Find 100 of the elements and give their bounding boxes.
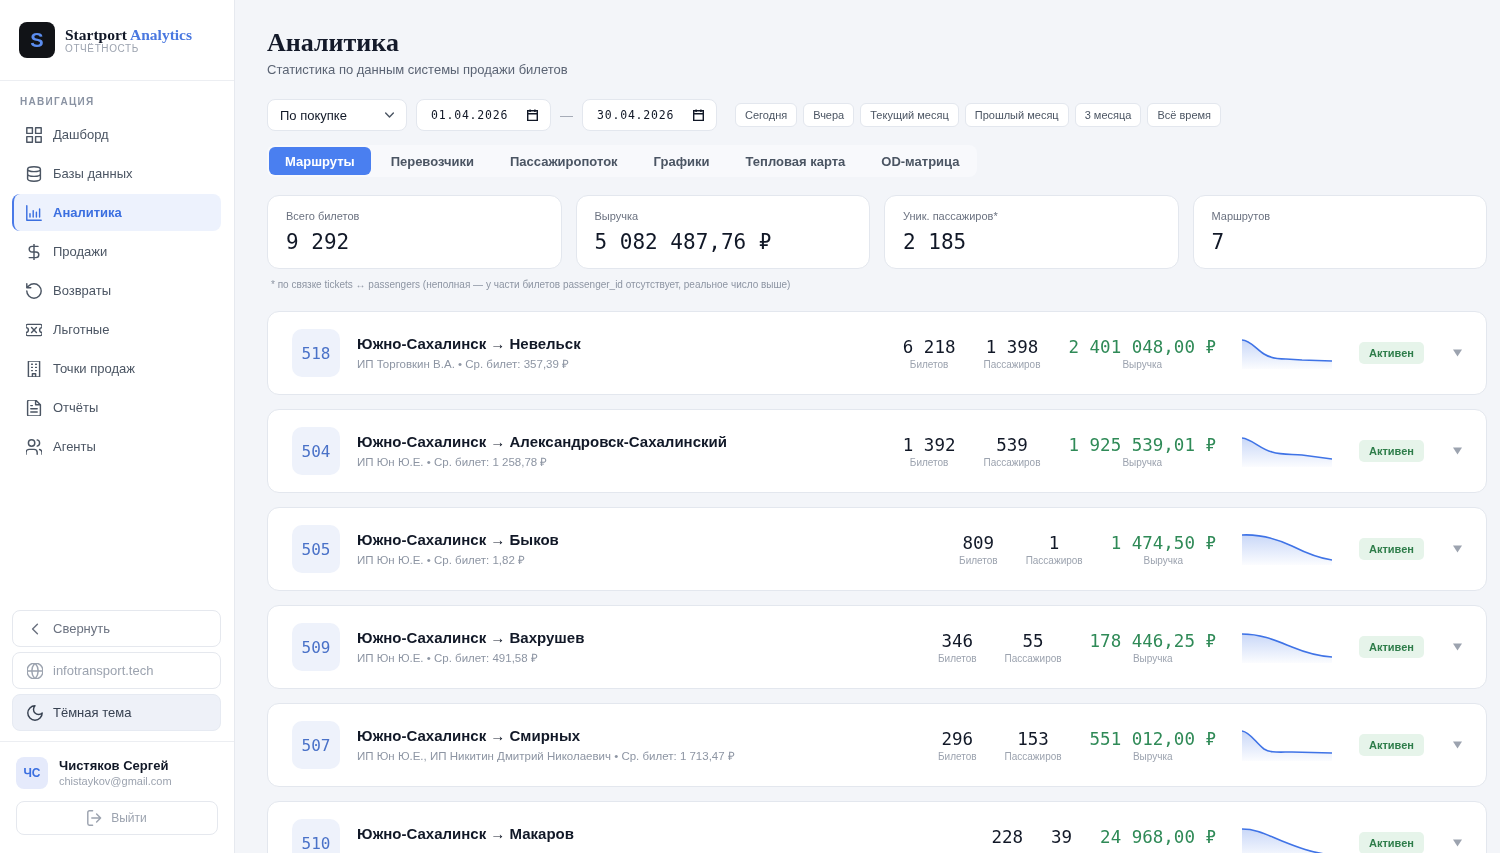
nav-item[interactable]: Возвраты: [12, 272, 221, 309]
undo-arrow-icon: [26, 282, 42, 299]
kpi-value: 2 185: [903, 229, 968, 255]
route-number: 505: [292, 525, 340, 573]
route-details: ИП Юн Ю.Е. • Ср. билет: 491,58 ₽: [357, 651, 539, 666]
caret-down-icon[interactable]: [1453, 741, 1462, 749]
tab[interactable]: OD-матрица: [865, 147, 976, 175]
nav-item[interactable]: Точки продаж: [12, 350, 221, 387]
stat-label: Выручка: [1122, 357, 1163, 371]
stat-value: 346: [941, 629, 974, 652]
nav-item[interactable]: Льготные: [12, 311, 221, 348]
nav-item[interactable]: Дашборд: [12, 116, 221, 153]
dollar-icon: [26, 243, 42, 260]
kpi-value: 7: [1211, 229, 1226, 255]
stat-value: 6 218: [902, 335, 956, 358]
tab[interactable]: Маршруты: [269, 147, 371, 175]
status-badge: Активен: [1359, 832, 1424, 853]
stat-label: Выручка: [1132, 749, 1173, 763]
logo-mark: S: [19, 22, 55, 58]
date-field[interactable]: 01.04.2026: [416, 99, 551, 131]
footnote: * по связке tickets ↔ passengers (неполная — у части билетов passenger_id отсутствует, реальное число выше): [270, 279, 792, 291]
route-number: 510: [292, 819, 340, 853]
user-avatar: ЧС: [16, 757, 48, 789]
status-badge: Активен: [1359, 538, 1424, 560]
calendar-icon: [693, 109, 704, 121]
route-details: ИП Юн Ю.Е. • Ср. билет: 1 258,78 ₽: [357, 455, 549, 470]
tab[interactable]: Графики: [637, 147, 726, 175]
page-subtitle: Статистика по данным системы продажи билетов: [267, 62, 569, 78]
stat-label: Выручка: [1143, 553, 1184, 567]
revenue-value: 551 012,00 ₽: [1089, 727, 1216, 750]
revenue-value: 178 446,25 ₽: [1089, 629, 1216, 652]
tab[interactable]: Перевозчики: [374, 147, 490, 175]
stat-value: 55: [1022, 629, 1044, 652]
caret-down-icon[interactable]: [1453, 643, 1462, 651]
stat-label: Билетов: [959, 553, 998, 567]
caret-down-icon[interactable]: [1453, 839, 1462, 847]
globe-icon: [27, 662, 43, 679]
users-icon: [26, 438, 42, 455]
route-number: 518: [292, 329, 340, 377]
stat-value: 1 398: [985, 335, 1039, 358]
stat-label: Пассажиров: [1004, 651, 1062, 665]
preset-button[interactable]: Вчера: [803, 103, 855, 127]
brand-tagline: ОТЧЁТНОСТЬ: [65, 42, 139, 55]
status-badge: Активен: [1359, 342, 1424, 364]
status-badge: Активен: [1359, 734, 1424, 756]
nav-item[interactable]: Продажи: [12, 233, 221, 270]
kpi-label: Уник. пассажиров*: [903, 210, 999, 223]
date-field[interactable]: 30.04.2026: [582, 99, 717, 131]
nav-item[interactable]: Аналитика: [12, 194, 221, 231]
stat-label: Билетов: [938, 749, 977, 763]
route-title: Южно-Сахалинск → Макаров: [357, 824, 575, 844]
caret-down-icon[interactable]: [1453, 349, 1462, 357]
collapse-button[interactable]: Свернуть: [12, 610, 221, 647]
bar-chart-icon: [26, 204, 42, 221]
nav-heading: НАВИГАЦИЯ: [19, 96, 96, 108]
tab[interactable]: Пассажиропоток: [493, 147, 634, 175]
stat-label: Билетов: [909, 455, 949, 469]
kpi-label: Маршрутов: [1211, 210, 1272, 223]
route-title: Южно-Сахалинск → Невельск: [357, 334, 582, 354]
grid-icon: [26, 126, 42, 143]
status-badge: Активен: [1359, 440, 1424, 462]
nav-item[interactable]: Отчёты: [12, 389, 221, 426]
route-title: Южно-Сахалинск → Смирных: [357, 726, 582, 746]
preset-button[interactable]: 3 месяца: [1074, 103, 1142, 127]
document-icon: [26, 399, 42, 416]
moon-icon: [27, 704, 43, 721]
stat-value: 153: [1017, 727, 1049, 750]
revenue-value: 2 401 048,00 ₽: [1068, 335, 1216, 358]
theme-toggle[interactable]: Тёмная тема: [12, 694, 221, 731]
route-number: 504: [292, 427, 340, 475]
route-title: Южно-Сахалинск → Вахрушев: [357, 628, 586, 648]
preset-button[interactable]: Всё время: [1147, 103, 1221, 127]
preset-button[interactable]: Текущий месяц: [860, 103, 959, 127]
kpi-value: 5 082 487,76 ₽: [594, 229, 773, 255]
database-icon: [26, 165, 42, 182]
route-number: 507: [292, 721, 340, 769]
logout-icon: [87, 810, 104, 826]
user-name: Чистяков Сергей: [59, 758, 170, 774]
tab[interactable]: Тепловая карта: [729, 147, 862, 175]
stat-label: Пассажиров: [1004, 749, 1062, 763]
caret-down-icon[interactable]: [1453, 447, 1462, 455]
stat-label: Билетов: [938, 651, 977, 665]
caret-down-icon[interactable]: [1453, 545, 1462, 553]
route-details: ИП Юн Ю.Е. • Ср. билет: 1,82 ₽: [357, 553, 527, 568]
stat-label: Выручка: [1122, 455, 1163, 469]
preset-button[interactable]: Прошлый месяц: [964, 103, 1069, 127]
stat-value: 228: [991, 825, 1024, 848]
route-details: ИП Торговкин В.А. • Ср. билет: 357,39 ₽: [357, 357, 571, 372]
nav-item[interactable]: Базы данных: [12, 155, 221, 192]
mode-select[interactable]: По покупке: [267, 99, 407, 131]
stat-value: 539: [996, 433, 1028, 456]
user-email: chistaykov@gmail.com: [59, 774, 172, 788]
building-icon: [26, 360, 42, 377]
preset-button[interactable]: Сегодня: [735, 103, 798, 127]
calendar-icon: [527, 109, 538, 121]
stat-value: 1 392: [902, 433, 956, 456]
stat-value: 296: [941, 727, 974, 750]
date-separator: —: [559, 107, 574, 123]
nav-item[interactable]: Агенты: [12, 428, 221, 465]
route-number: 509: [292, 623, 340, 671]
